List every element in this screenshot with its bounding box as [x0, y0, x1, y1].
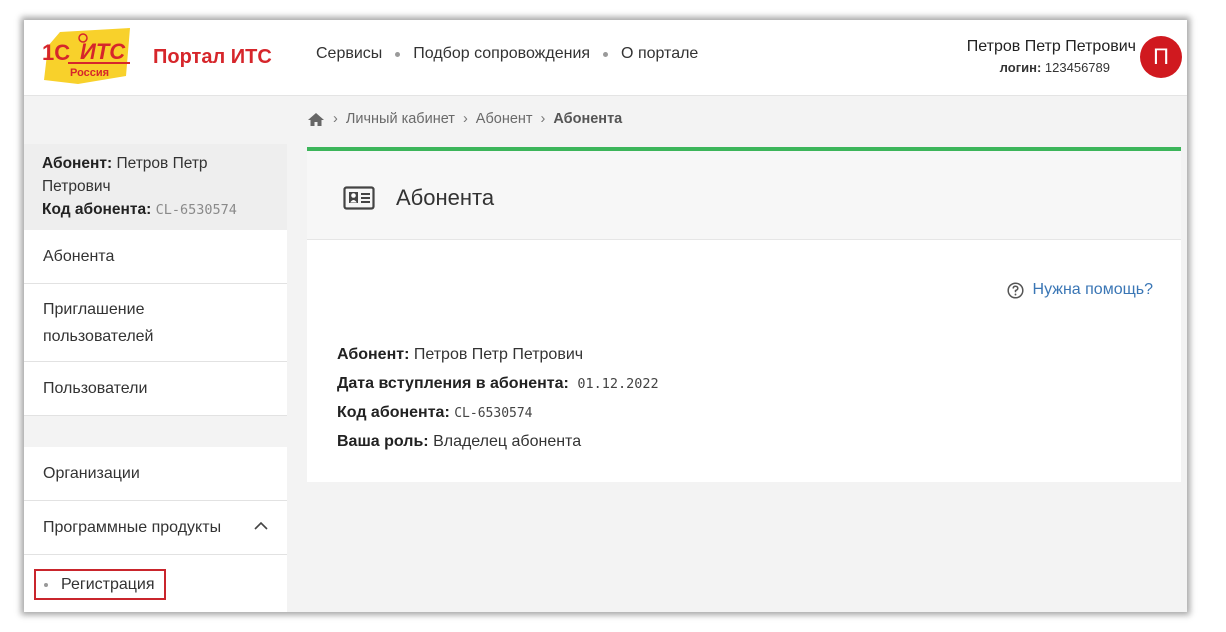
detail-value: CL-6530574 — [454, 406, 533, 421]
detail-code: Код абонента: CL-6530574 — [337, 404, 533, 422]
sidebar-item-label: Программные продукты — [43, 518, 222, 536]
avatar[interactable]: П — [1140, 36, 1182, 78]
detail-label: Код абонента: — [337, 404, 450, 421]
brand-title[interactable]: Портал ИТС — [153, 46, 272, 69]
sidebar-subitem-registration[interactable]: Регистрация — [34, 569, 166, 600]
sidebar-item-label: Пользователи — [43, 379, 148, 397]
user-login: логин: 123456789 — [1000, 60, 1110, 75]
sidebar: Абонент: Петров Петр Петрович Код абонен… — [24, 96, 287, 612]
sidebar-item-label: Организации — [43, 464, 140, 482]
breadcrumb-current: Абонента — [553, 111, 623, 127]
detail-label: Абонент: — [337, 346, 410, 363]
nav-support-selection[interactable]: Подбор сопровождения — [413, 45, 590, 63]
svg-text:1С: 1С — [42, 40, 70, 65]
nav-about[interactable]: О портале — [621, 45, 698, 63]
home-icon[interactable] — [307, 112, 325, 127]
sidebar-item-invite-users[interactable]: Приглашение пользователей — [24, 284, 287, 362]
nav-services[interactable]: Сервисы — [316, 45, 382, 63]
detail-value: 01.12.2022 — [577, 376, 659, 392]
chevron-right-icon: › — [462, 111, 468, 127]
detail-role: Ваша роль: Владелец абонента — [337, 433, 581, 451]
top-nav: Сервисы Подбор сопровождения О портале — [316, 45, 698, 63]
help-label: Нужна помощь? — [1032, 281, 1153, 298]
detail-value: Петров Петр Петрович — [413, 346, 584, 363]
chevron-up-icon[interactable] — [253, 521, 269, 531]
contact-card-icon — [343, 186, 375, 210]
its-logo[interactable]: 1С ИТС Россия — [38, 26, 136, 88]
bullet-icon — [44, 582, 48, 587]
login-value: 123456789 — [1044, 60, 1110, 75]
user-name[interactable]: Петров Петр Петрович — [967, 38, 1136, 56]
detail-subscriber: Абонент: Петров Петр Петрович — [337, 346, 583, 364]
header: 1С ИТС Россия Портал ИТС Сервисы Подбор … — [24, 20, 1187, 96]
help-circle-icon — [1006, 281, 1024, 299]
chevron-right-icon: › — [540, 111, 546, 127]
sidebar-item-users[interactable]: Пользователи — [24, 362, 287, 416]
svg-text:ИТС: ИТС — [80, 39, 126, 64]
detail-join-date: Дата вступления в абонента: 01.12.2022 — [337, 375, 659, 393]
breadcrumb-subscriber[interactable]: Абонент — [476, 111, 533, 127]
subscriber-label: Абонент: — [42, 155, 113, 172]
page-title: Абонента — [396, 185, 495, 210]
svg-text:Россия: Россия — [70, 67, 109, 79]
sidebar-item-subscriber[interactable]: Абонента — [24, 230, 287, 284]
breadcrumb-personal-account[interactable]: Личный кабинет — [346, 111, 455, 127]
help-link[interactable]: Нужна помощь? — [1006, 281, 1153, 299]
sidebar-item-organizations[interactable]: Организации — [24, 447, 287, 501]
detail-label: Ваша роль: — [337, 433, 429, 450]
chevron-right-icon: › — [333, 111, 338, 127]
breadcrumb: › Личный кабинет › Абонент › Абонента — [307, 111, 622, 127]
subscriber-card: Абонента Нужна помощь? Абонент: Петров П… — [307, 147, 1181, 482]
sidebar-item-software-products[interactable]: Программные продукты — [24, 501, 287, 555]
nav-separator — [603, 51, 609, 57]
sidebar-subitem-label: Регистрация — [61, 575, 155, 593]
detail-value: Владелец абонента — [433, 433, 582, 450]
detail-label: Дата вступления в абонента: — [337, 375, 569, 392]
card-header: Абонента — [307, 151, 1181, 240]
login-label: логин: — [999, 60, 1042, 75]
code-value: CL-6530574 — [155, 202, 237, 218]
sidebar-item-label: Приглашение пользователей — [43, 300, 154, 345]
subscriber-info: Абонент: Петров Петр Петрович Код абонен… — [24, 144, 287, 230]
code-label: Код абонента: — [42, 201, 152, 218]
sidebar-item-label: Абонента — [43, 247, 115, 265]
browser-frame: 1С ИТС Россия Портал ИТС Сервисы Подбор … — [24, 20, 1187, 612]
nav-separator — [395, 51, 401, 57]
